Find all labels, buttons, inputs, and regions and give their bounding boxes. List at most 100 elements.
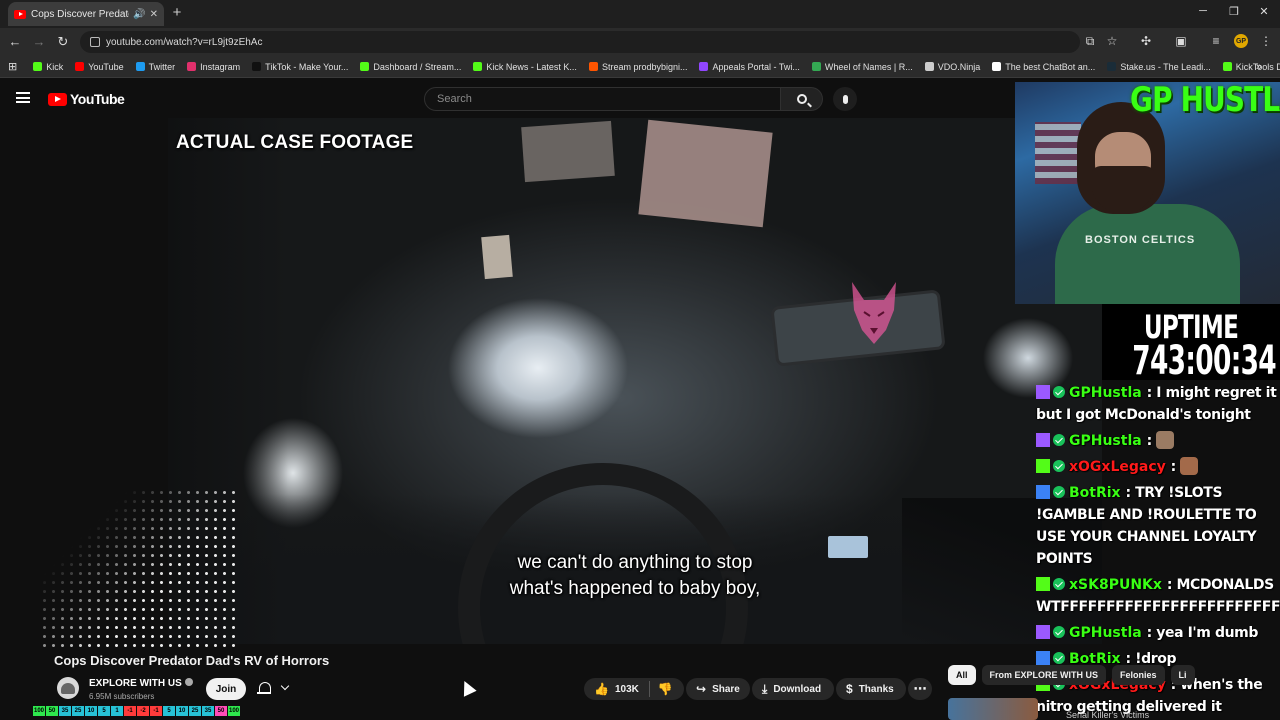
- minimize-icon[interactable]: ─: [1195, 5, 1211, 17]
- chat-username[interactable]: GPHustla: [1069, 625, 1142, 641]
- filter-chip[interactable]: All: [948, 665, 976, 685]
- browser-tab[interactable]: Cops Discover Predator Dad's RV of Horro…: [8, 2, 164, 26]
- youtube-logo[interactable]: YouTube: [48, 91, 125, 107]
- bookmark-item[interactable]: Stake.us - The Leadi...: [1107, 61, 1211, 72]
- microphone-icon: [842, 94, 848, 104]
- share-label: Share: [712, 683, 740, 695]
- new-tab-icon[interactable]: +: [170, 4, 184, 21]
- bookmark-label: Stake.us - The Leadi...: [1120, 61, 1211, 72]
- bookmark-item[interactable]: Dashboard / Stream...: [360, 62, 461, 72]
- more-bookmarks-icon[interactable]: »: [1256, 61, 1262, 73]
- search-button[interactable]: [781, 87, 823, 111]
- halftone-decoration: [40, 488, 240, 648]
- bookmark-item[interactable]: Kick News - Latest K...: [473, 62, 577, 72]
- bookmark-star-icon[interactable]: ☆: [1104, 34, 1120, 48]
- search-input[interactable]: Search: [424, 87, 781, 111]
- prediction-cell: 10: [85, 706, 97, 716]
- site-info-icon[interactable]: [90, 37, 100, 47]
- chat-username[interactable]: BotRix: [1069, 485, 1121, 501]
- prediction-cell: 1: [111, 706, 123, 716]
- chat-message: GPHustla :: [1036, 430, 1280, 452]
- hamburger-menu-icon[interactable]: [16, 92, 30, 103]
- join-button[interactable]: Join: [206, 678, 246, 700]
- bookmark-item[interactable]: Wheel of Names | R...: [811, 61, 913, 72]
- forward-icon[interactable]: →: [31, 34, 47, 49]
- voice-search-button[interactable]: [833, 87, 857, 111]
- bookmark-item[interactable]: Instagram: [187, 62, 240, 72]
- bookmark-item[interactable]: KickTools Dashboard: [1222, 62, 1280, 72]
- cast-icon[interactable]: ▣: [1173, 34, 1189, 48]
- filter-chip[interactable]: Felonies: [1112, 665, 1165, 685]
- youtube-play-icon: [48, 92, 67, 106]
- verified-check-icon: [1053, 626, 1065, 638]
- chat-username[interactable]: xSK8PUNKx: [1069, 577, 1162, 593]
- close-window-icon[interactable]: ✕: [1256, 5, 1272, 18]
- back-icon[interactable]: ←: [7, 34, 23, 49]
- bookmark-label: Wheel of Names | R...: [824, 61, 913, 72]
- media-controls-icon[interactable]: ≡: [1208, 34, 1224, 48]
- reload-icon[interactable]: ↻: [55, 34, 71, 50]
- speaker-icon[interactable]: 🔊: [133, 9, 145, 20]
- bookmark-favicon-icon: [588, 62, 598, 71]
- url-text: youtube.com/watch?v=rL9jt9zEhAc: [106, 36, 263, 48]
- bookmark-label: Twitter: [148, 61, 176, 72]
- extensions-icon[interactable]: ✣: [1138, 34, 1154, 48]
- download-icon: ⤓: [762, 681, 768, 696]
- like-icon[interactable]: 👍: [594, 682, 609, 696]
- chat-badge-icon: [1036, 577, 1050, 591]
- download-label: Download: [773, 683, 822, 695]
- chat-badge-icon: [1036, 651, 1050, 665]
- apps-grid-icon[interactable]: ⊞: [8, 60, 17, 73]
- recommendation-chips: All From EXPLORE WITH US Felonies Li: [948, 664, 1201, 686]
- install-app-icon[interactable]: ⧉: [1082, 34, 1098, 49]
- webcam-flag: [1035, 122, 1081, 184]
- bookmark-item[interactable]: YouTube: [75, 62, 124, 72]
- filter-chip[interactable]: From EXPLORE WITH US: [981, 665, 1107, 685]
- bookmark-item[interactable]: TikTok - Make Your...: [252, 62, 348, 72]
- recommended-video-thumbnail[interactable]: [948, 698, 1038, 720]
- chat-username[interactable]: GPHustla: [1069, 433, 1142, 449]
- close-tab-icon[interactable]: ✕: [150, 9, 158, 20]
- bookmark-label: Stream prodbybigni...: [601, 61, 688, 72]
- like-dislike-group: 👍 103K 👎: [584, 678, 684, 700]
- profile-avatar[interactable]: GP: [1234, 34, 1248, 48]
- search-placeholder: Search: [437, 93, 472, 105]
- channel-name[interactable]: EXPLORE WITH US: [89, 678, 193, 689]
- filter-chip[interactable]: Li: [1170, 665, 1195, 685]
- video-scene-tag: [481, 234, 513, 280]
- verified-check-icon: [1053, 578, 1065, 590]
- chat-username[interactable]: xOGxLegacy: [1069, 459, 1166, 475]
- bookmark-item[interactable]: VDO.Ninja: [924, 62, 980, 72]
- chat-text: : yea I'm dumb: [1146, 625, 1259, 641]
- bookmark-item[interactable]: Stream prodbybigni...: [588, 61, 688, 72]
- chat-message: BotRix : TRY !SLOTS !GAMBLE AND !ROULETT…: [1036, 482, 1280, 570]
- bookmark-item[interactable]: Kick: [33, 62, 63, 72]
- channel-avatar[interactable]: [57, 677, 79, 699]
- bookmark-favicon-icon: [135, 62, 145, 71]
- search-icon: [796, 94, 807, 104]
- notification-bell-icon[interactable]: [256, 681, 274, 697]
- chat-username[interactable]: GPHustla: [1069, 385, 1142, 401]
- mouse-cursor-icon: [458, 678, 477, 697]
- more-actions-icon[interactable]: ⋯: [908, 678, 932, 700]
- prediction-cell: 5: [98, 706, 110, 716]
- video-player[interactable]: ACTUAL CASE FOOTAGE we can't do anything…: [168, 118, 1102, 644]
- video-title: Cops Discover Predator Dad's RV of Horro…: [54, 653, 330, 668]
- restore-icon[interactable]: ❐: [1226, 5, 1242, 18]
- bookmark-item[interactable]: The best ChatBot an...: [992, 62, 1095, 72]
- dislike-icon[interactable]: 👎: [658, 682, 673, 696]
- chevron-down-icon[interactable]: [280, 681, 290, 691]
- bookmark-label: Kick News - Latest K...: [486, 61, 577, 72]
- bookmark-item[interactable]: Twitter: [135, 61, 176, 72]
- bookmark-item[interactable]: Appeals Portal - Twi...: [699, 61, 800, 72]
- recommended-video-title[interactable]: Serial Killer's Victims: [1066, 710, 1149, 720]
- menu-dots-icon[interactable]: ⋮: [1258, 34, 1274, 48]
- share-button[interactable]: ↪ Share: [686, 678, 750, 700]
- youtube-favicon-icon: [14, 9, 26, 19]
- download-button[interactable]: ⤓ Download: [752, 678, 834, 700]
- prediction-cell: 10: [176, 706, 188, 716]
- bookmark-label: Appeals Portal - Twi...: [712, 61, 800, 72]
- thanks-button[interactable]: $ Thanks: [836, 678, 906, 700]
- like-count[interactable]: 103K: [615, 684, 639, 695]
- url-field[interactable]: youtube.com/watch?v=rL9jt9zEhAc: [80, 31, 1080, 53]
